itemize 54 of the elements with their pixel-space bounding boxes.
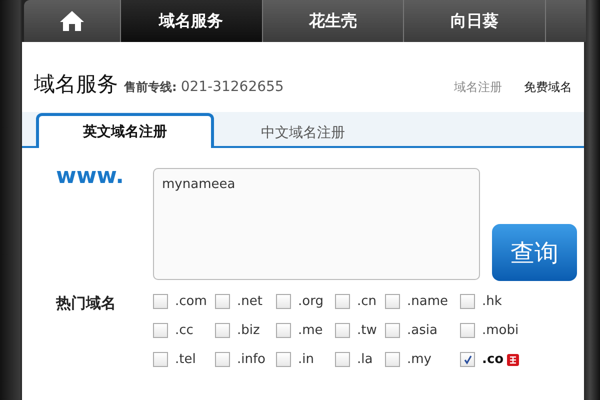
- checkbox[interactable]: [215, 323, 230, 338]
- domain-suffix: .hk: [482, 294, 502, 309]
- header-link[interactable]: 域名注册: [454, 79, 502, 96]
- hotline-number: 021-31262655: [180, 79, 284, 95]
- domain-suffix: .cc: [175, 323, 194, 338]
- tab[interactable]: 中文域名注册: [214, 117, 392, 148]
- hotline-label: 售前专线:: [124, 79, 177, 96]
- domain-suffix: .info: [237, 352, 266, 367]
- www-prefix: www.: [56, 164, 125, 189]
- domain-suffix: .mobi: [482, 323, 519, 338]
- checkbox[interactable]: [385, 352, 400, 367]
- domain-suffix: .co: [482, 352, 504, 367]
- home-tab[interactable]: [24, 0, 121, 42]
- checkbox[interactable]: [335, 323, 350, 338]
- domain-input[interactable]: mynameea: [153, 168, 480, 280]
- checkbox[interactable]: [385, 294, 400, 309]
- checkbox[interactable]: [215, 294, 230, 309]
- checkbox[interactable]: [153, 352, 168, 367]
- domain-suffix: .org: [298, 294, 324, 309]
- nav-tab[interactable]: [546, 0, 586, 42]
- nav-tab[interactable]: 向日葵: [404, 0, 546, 42]
- popular-label: 热门域名: [56, 294, 117, 314]
- checkbox[interactable]: [385, 323, 400, 338]
- home-icon: [58, 10, 85, 32]
- page-title: 域名服务: [34, 71, 118, 98]
- checkbox[interactable]: [460, 323, 475, 338]
- domain-suffix: .asia: [407, 323, 438, 338]
- checkbox[interactable]: [276, 323, 291, 338]
- checkbox[interactable]: [215, 352, 230, 367]
- domain-suffix: .cn: [357, 294, 377, 309]
- domain-suffix: .biz: [237, 323, 260, 338]
- checkbox[interactable]: [460, 352, 475, 367]
- domain-suffix: .in: [298, 352, 314, 367]
- domain-suffix: .tel: [175, 352, 196, 367]
- checkbox[interactable]: [276, 294, 291, 309]
- checkbox[interactable]: [153, 294, 168, 309]
- tab[interactable]: 英文域名注册: [36, 113, 214, 148]
- domain-suffix: .name: [407, 294, 448, 309]
- checkbox[interactable]: [460, 294, 475, 309]
- domain-suffix: .my: [407, 352, 432, 367]
- checkbox[interactable]: [335, 294, 350, 309]
- checkbox[interactable]: [276, 352, 291, 367]
- check-icon: [462, 354, 474, 366]
- domain-suffix: .tw: [357, 323, 377, 338]
- domain-suffix: .com: [175, 294, 207, 309]
- checkbox[interactable]: [335, 352, 350, 367]
- search-button[interactable]: 查询: [492, 224, 577, 281]
- domain-suffix: .net: [237, 294, 262, 309]
- nav-tab[interactable]: 花生壳: [262, 0, 404, 42]
- nav-tab[interactable]: 域名服务: [120, 0, 263, 42]
- header-link[interactable]: 免费域名: [524, 79, 572, 96]
- domain-suffix: .la: [357, 352, 373, 367]
- checkbox[interactable]: [153, 323, 168, 338]
- domain-suffix: .me: [298, 323, 323, 338]
